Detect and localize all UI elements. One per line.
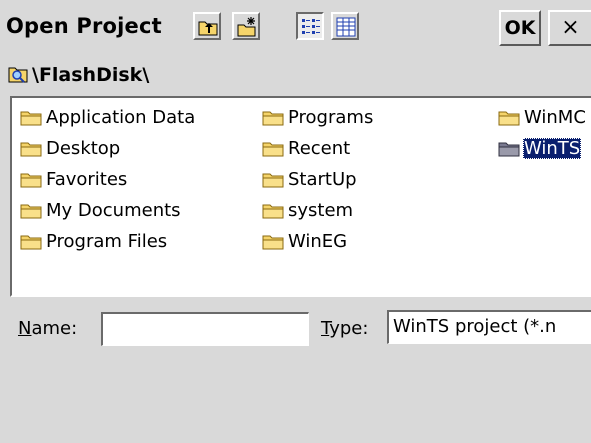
item-label: Programs bbox=[288, 106, 374, 128]
list-item[interactable]: My Documents bbox=[20, 196, 182, 224]
current-path: \FlashDisk\ bbox=[32, 64, 150, 86]
close-button[interactable]: × bbox=[548, 10, 591, 46]
item-label: Favorites bbox=[46, 168, 128, 190]
type-label: Type: bbox=[321, 318, 369, 339]
up-folder-icon bbox=[198, 21, 218, 36]
list-item[interactable]: Application Data bbox=[20, 103, 196, 131]
item-label: system bbox=[288, 199, 354, 221]
list-item[interactable]: Programs bbox=[262, 103, 374, 131]
type-select[interactable]: WinTS project (*.n bbox=[387, 310, 591, 344]
list-item[interactable]: Desktop bbox=[20, 134, 121, 162]
new-folder-icon bbox=[237, 17, 256, 37]
list-view-button[interactable] bbox=[296, 12, 324, 40]
item-label: StartUp bbox=[288, 168, 357, 190]
name-label: Name: bbox=[18, 318, 78, 339]
folder-icon bbox=[20, 142, 42, 156]
folder-icon bbox=[20, 204, 42, 218]
folder-icon bbox=[498, 111, 520, 125]
item-label: Desktop bbox=[46, 137, 121, 159]
folder-icon bbox=[20, 111, 42, 125]
path-bar: \FlashDisk\ bbox=[0, 60, 591, 90]
folder-icon bbox=[262, 235, 284, 249]
item-label: Recent bbox=[288, 137, 351, 159]
ok-button[interactable]: OK bbox=[499, 10, 541, 46]
item-label: Application Data bbox=[46, 106, 196, 128]
folder-icon bbox=[262, 111, 284, 125]
folder-search-icon bbox=[8, 67, 28, 83]
new-folder-button[interactable] bbox=[232, 12, 260, 40]
list-item[interactable]: Recent bbox=[262, 134, 351, 162]
folder-icon bbox=[262, 173, 284, 187]
list-item[interactable]: Program Files bbox=[20, 227, 168, 255]
file-list[interactable]: Application Data Desktop Favorites My Do… bbox=[10, 96, 591, 297]
folder-icon bbox=[20, 173, 42, 187]
details-view-button[interactable] bbox=[331, 12, 359, 40]
folder-icon bbox=[262, 204, 284, 218]
item-label: WinTS bbox=[523, 137, 582, 159]
title-bar: Open Project OK × bbox=[0, 0, 591, 56]
dialog-title: Open Project bbox=[6, 14, 162, 38]
list-item[interactable]: StartUp bbox=[262, 165, 358, 193]
item-label: Program Files bbox=[46, 230, 168, 252]
list-view-icon bbox=[302, 19, 320, 34]
list-item[interactable]: Favorites bbox=[20, 165, 128, 193]
list-item[interactable]: WinEG bbox=[262, 227, 348, 255]
details-view-icon bbox=[336, 17, 356, 37]
item-label: WinEG bbox=[288, 230, 348, 252]
folder-icon bbox=[262, 142, 284, 156]
folder-icon bbox=[20, 235, 42, 249]
folder-icon bbox=[498, 142, 520, 156]
list-item-selected[interactable]: WinTS bbox=[498, 134, 582, 162]
name-field[interactable] bbox=[101, 312, 309, 346]
list-item[interactable]: WinMC bbox=[498, 103, 587, 131]
up-folder-button[interactable] bbox=[193, 12, 221, 40]
list-item[interactable]: system bbox=[262, 196, 354, 224]
item-label: My Documents bbox=[46, 199, 181, 221]
item-label: WinMC bbox=[524, 106, 586, 128]
